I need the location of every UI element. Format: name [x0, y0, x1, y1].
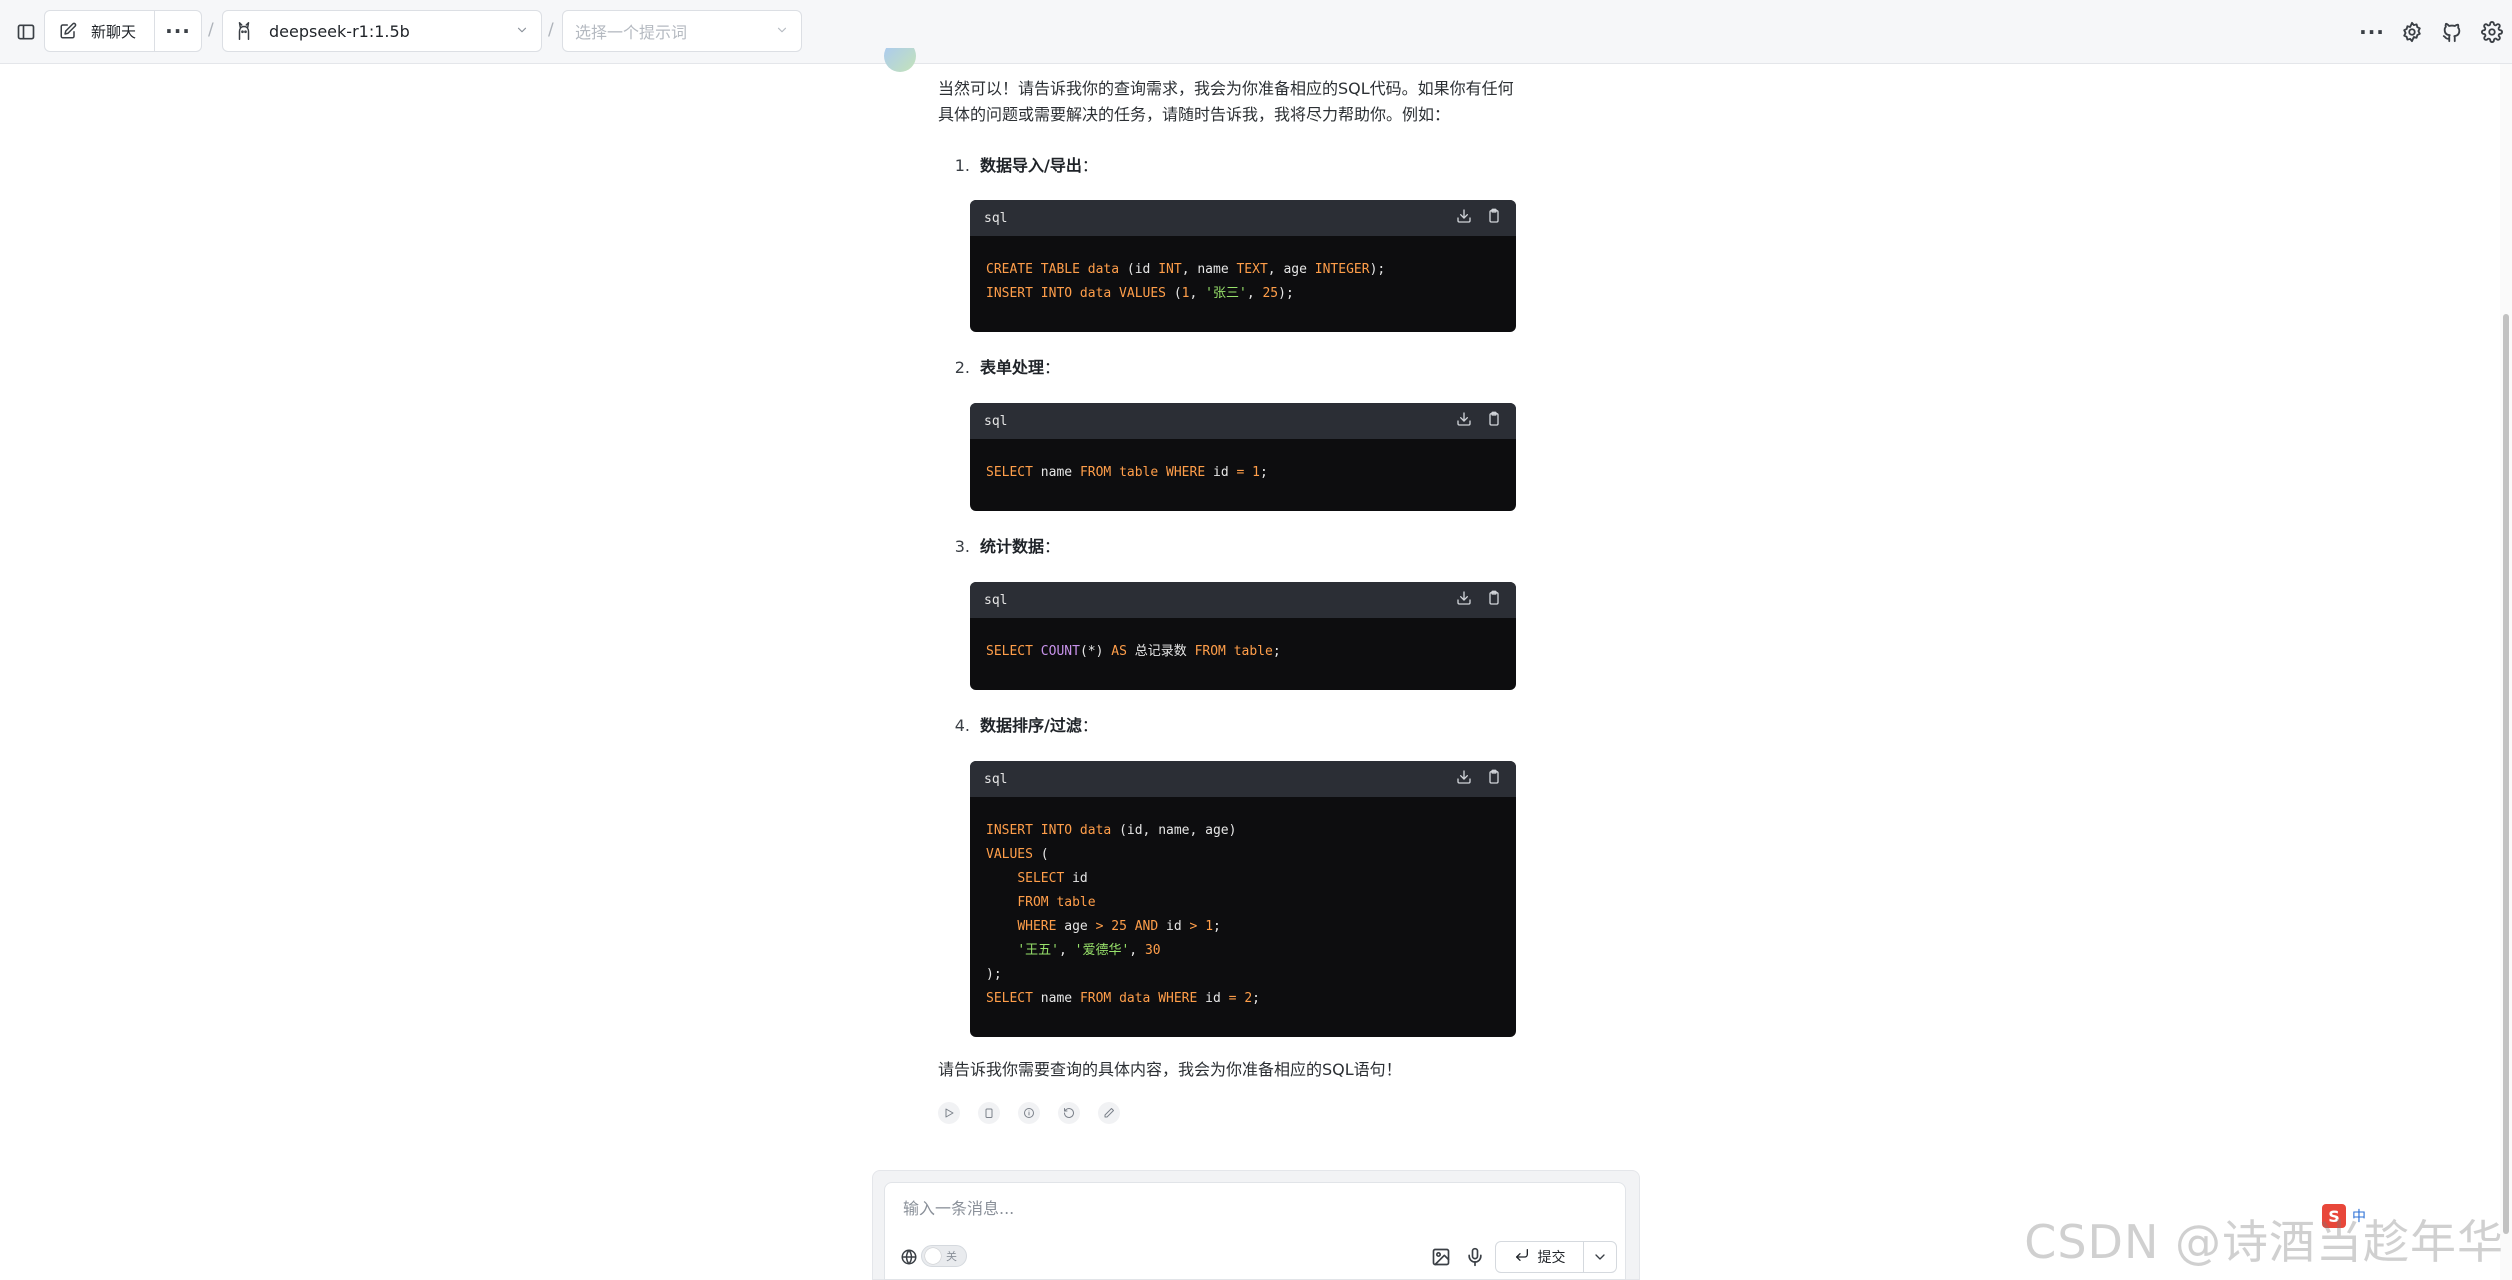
more-icon[interactable]: ···	[2352, 14, 2392, 50]
code-lang-label: sql	[984, 413, 1008, 429]
regenerate-icon[interactable]	[1058, 1102, 1080, 1124]
list-suffix: ：	[1081, 156, 1098, 175]
code-body: SELECT name FROM table WHERE id = 1;	[970, 439, 1516, 503]
copy-icon[interactable]	[1486, 208, 1502, 228]
message-outro: 请告诉我你需要查询的具体内容，我会为你准备相应的SQL语句！	[938, 1060, 1402, 1079]
breadcrumb-separator: /	[208, 20, 214, 40]
code-header: sql	[970, 582, 1516, 618]
code-header: sql	[970, 200, 1516, 236]
model-name: deepseek-r1:1.5b	[269, 21, 410, 41]
scrollbar-thumb[interactable]	[2503, 314, 2509, 1234]
code-line: SELECT COUNT(*) AS 总记录数 FROM table;	[986, 644, 1281, 659]
code-header: sql	[970, 761, 1516, 797]
list-title: 表单处理	[980, 358, 1045, 377]
download-icon[interactable]	[1456, 208, 1472, 228]
list-number: 3.	[954, 537, 970, 556]
edit-icon	[59, 22, 77, 40]
list-suffix: ：	[1044, 537, 1061, 556]
code-line: CREATE TABLE data (id INT, name TEXT, ag…	[986, 262, 1386, 277]
code-block: sql SELECT name FROM table WHERE id = 1;	[970, 403, 1516, 511]
sidebar-toggle-icon[interactable]	[10, 16, 42, 48]
toggle-label: 关	[946, 1250, 957, 1263]
settings-icon[interactable]	[2392, 14, 2432, 50]
code-line: FROM table	[1017, 895, 1096, 910]
code-line: SELECT name FROM table WHERE id = 1;	[986, 465, 1268, 480]
download-icon[interactable]	[1456, 769, 1472, 789]
list-item: 2. 表单处理：	[938, 354, 1060, 378]
code-line: INSERT INTO data VALUES (1, '张三', 25);	[986, 286, 1294, 301]
chevron-down-icon	[775, 22, 789, 41]
play-icon[interactable]	[938, 1102, 960, 1124]
new-chat-group: 新聊天 ···	[44, 10, 202, 52]
code-line: '王五', '爱德华', 30	[1017, 943, 1161, 958]
image-icon[interactable]	[1427, 1243, 1455, 1271]
copy-icon[interactable]	[1486, 769, 1502, 789]
code-line: INSERT INTO data (id, name, age)	[986, 823, 1237, 838]
prompt-placeholder: 选择一个提示词	[575, 23, 688, 42]
code-line: WHERE age > 25 AND id > 1;	[1017, 919, 1221, 934]
download-icon[interactable]	[1456, 590, 1472, 610]
enter-icon	[1514, 1247, 1530, 1267]
watermark: CSDN @诗酒当趁年华	[2024, 1215, 2504, 1269]
model-select[interactable]: deepseek-r1:1.5b	[222, 10, 542, 52]
code-line: SELECT id	[1017, 871, 1088, 886]
list-suffix: ：	[1081, 716, 1098, 735]
list-number: 1.	[954, 156, 970, 175]
toggle-knob	[925, 1248, 941, 1264]
new-chat-button[interactable]: 新聊天	[45, 11, 155, 51]
github-icon[interactable]	[2432, 14, 2472, 50]
list-item: 3. 统计数据：	[938, 533, 1060, 557]
message-actions	[938, 1102, 1120, 1124]
download-icon[interactable]	[1456, 411, 1472, 431]
globe-icon[interactable]	[897, 1245, 921, 1269]
top-right-tools: ···	[2352, 14, 2512, 50]
message-intro: 当然可以！请告诉我你的查询需求，我会为你准备相应的SQL代码。如果你有任何具体的…	[938, 79, 1514, 124]
new-chat-label: 新聊天	[91, 22, 137, 41]
list-item: 1. 数据导入/导出：	[938, 152, 1098, 176]
delete-icon[interactable]	[978, 1102, 1000, 1124]
copy-icon[interactable]	[1486, 590, 1502, 610]
code-line: SELECT name FROM data WHERE id = 2;	[986, 991, 1260, 1006]
list-item: 4. 数据排序/过滤：	[938, 712, 1098, 736]
more-icon[interactable]: ···	[155, 11, 201, 51]
code-line: VALUES (	[986, 847, 1049, 862]
submit-group: 提交	[1495, 1241, 1617, 1273]
ollama-icon	[235, 21, 253, 41]
code-block: sql INSERT INTO data (id, name, age) VALU…	[970, 761, 1516, 1037]
code-body: SELECT COUNT(*) AS 总记录数 FROM table;	[970, 618, 1516, 682]
submit-button[interactable]: 提交	[1496, 1242, 1584, 1272]
list-title: 数据排序/过滤	[980, 716, 1082, 735]
mic-icon[interactable]	[1461, 1243, 1489, 1271]
list-title: 统计数据	[980, 537, 1045, 556]
scrollbar[interactable]	[2500, 64, 2512, 1280]
chevron-down-icon	[515, 22, 529, 41]
code-block: sql SELECT COUNT(*) AS 总记录数 FROM table;	[970, 582, 1516, 690]
breadcrumb-separator: /	[548, 20, 554, 40]
code-header: sql	[970, 403, 1516, 439]
submit-label: 提交	[1537, 1250, 1566, 1266]
top-bar: 新聊天 ··· / deepseek-r1:1.5b / 选择一个提示词 ···	[0, 0, 2512, 64]
list-number: 4.	[954, 716, 970, 735]
code-lang-label: sql	[984, 210, 1008, 226]
web-search-toggle[interactable]: 关	[921, 1245, 967, 1267]
chevron-down-icon[interactable]	[1584, 1242, 1616, 1272]
message-input[interactable]	[903, 1199, 1503, 1218]
code-body: CREATE TABLE data (id INT, name TEXT, ag…	[970, 236, 1516, 324]
list-suffix: ：	[1044, 358, 1061, 377]
prompt-select[interactable]: 选择一个提示词	[562, 10, 802, 52]
copy-icon[interactable]	[1486, 411, 1502, 431]
code-block: sql CREATE TABLE data (id INT, name TEXT…	[970, 200, 1516, 332]
code-lang-label: sql	[984, 771, 1008, 787]
code-line: );	[986, 967, 1002, 982]
gear-icon[interactable]	[2472, 14, 2512, 50]
composer: 关 提交	[884, 1182, 1626, 1280]
list-number: 2.	[954, 358, 970, 377]
pencil-icon[interactable]	[1098, 1102, 1120, 1124]
info-icon[interactable]	[1018, 1102, 1040, 1124]
code-lang-label: sql	[984, 592, 1008, 608]
code-body: INSERT INTO data (id, name, age) VALUES (…	[970, 797, 1516, 1029]
list-title: 数据导入/导出	[980, 156, 1082, 175]
